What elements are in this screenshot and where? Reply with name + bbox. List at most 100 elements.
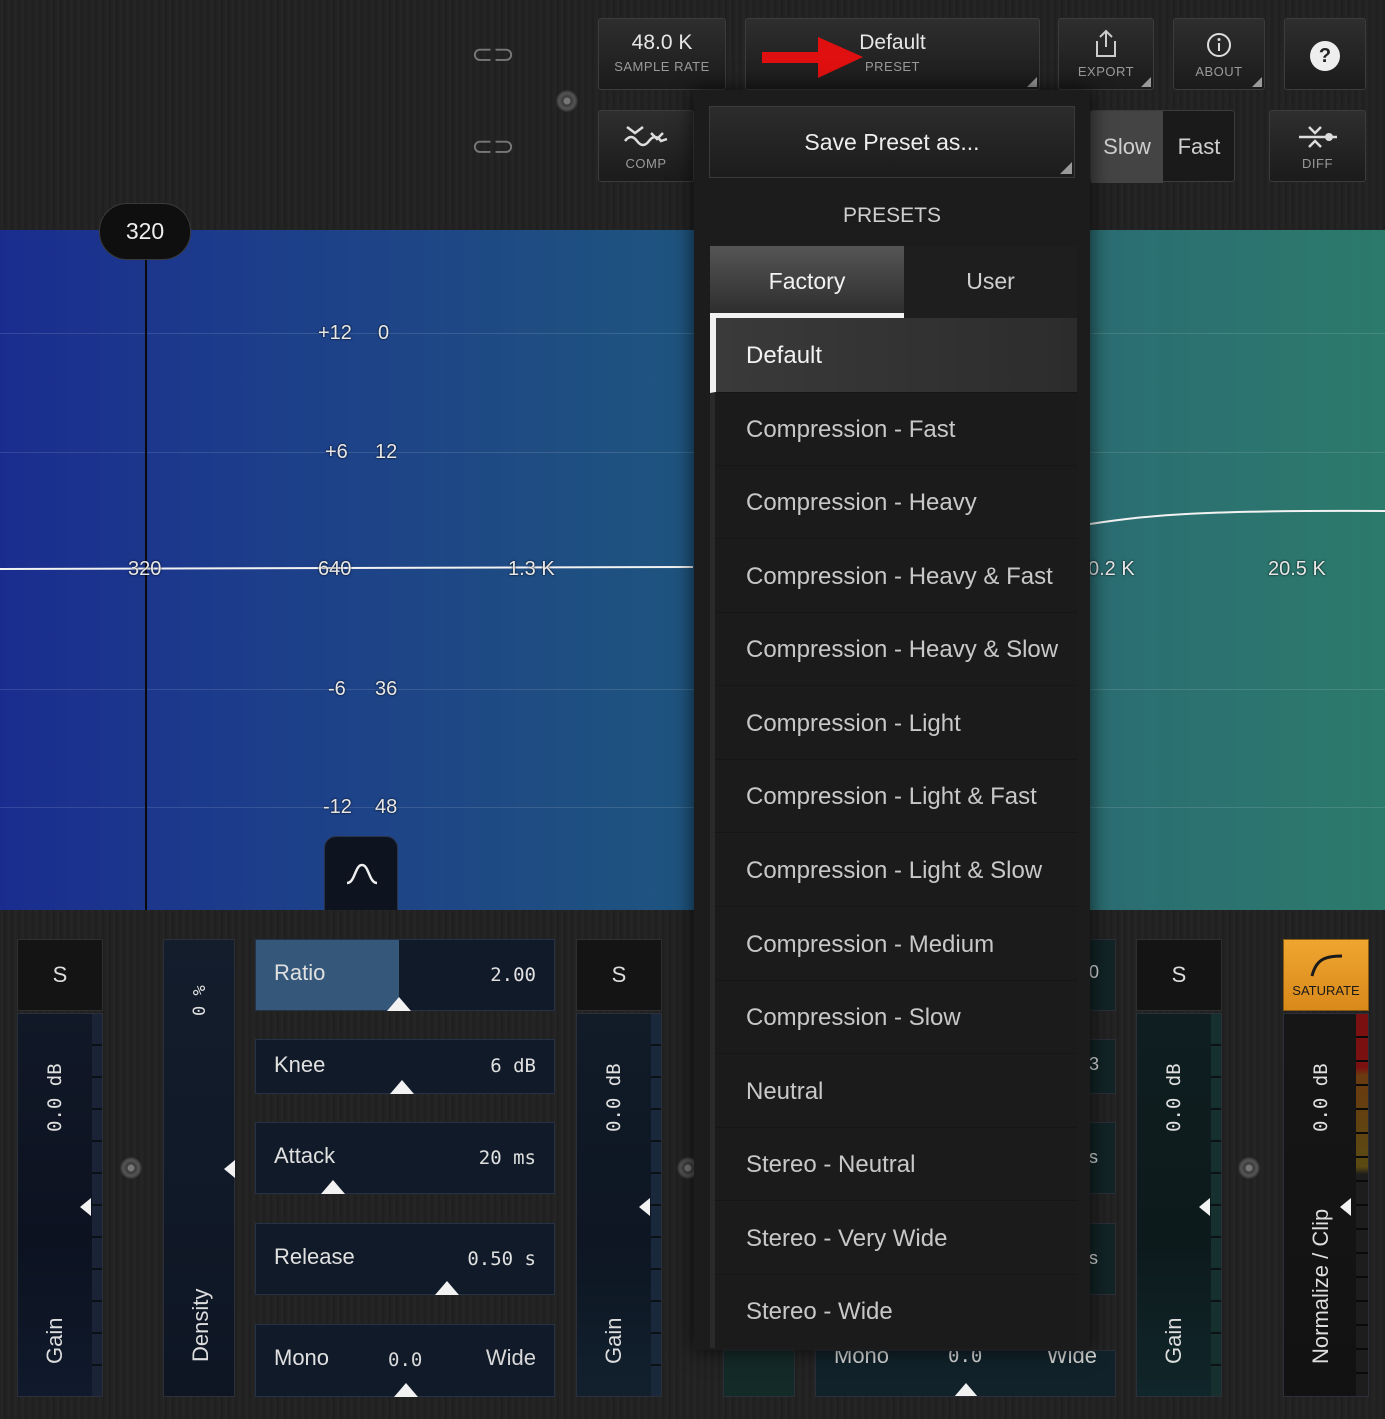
gain-handle[interactable] bbox=[639, 1198, 650, 1216]
preset-item[interactable]: Compression - Light bbox=[710, 687, 1077, 760]
about-button[interactable]: ABOUT bbox=[1173, 18, 1265, 90]
partial-width-slider: Mono 0.0 Wide bbox=[815, 1350, 1116, 1397]
density-label: Density bbox=[188, 1288, 213, 1362]
preset-item[interactable]: Stereo - Neutral bbox=[710, 1128, 1077, 1201]
link-icon-2[interactable]: ⊂⊃ bbox=[470, 132, 516, 160]
gain-value: 0.0 dB bbox=[603, 1063, 625, 1132]
partial-width-left: Mono bbox=[834, 1350, 890, 1368]
partial-value: s bbox=[1089, 1147, 1098, 1167]
about-label: ABOUT bbox=[1195, 64, 1243, 79]
preset-item[interactable]: Neutral bbox=[710, 1055, 1077, 1128]
tab-factory[interactable]: Factory bbox=[710, 246, 904, 318]
solo-button[interactable]: S bbox=[17, 939, 103, 1011]
freq-label: 0.2 K bbox=[1088, 558, 1135, 580]
gain-label: -12 bbox=[323, 796, 352, 818]
sample-rate-value: 48.0 K bbox=[631, 31, 693, 54]
bell-filter-icon bbox=[346, 863, 378, 885]
saturate-curve-icon bbox=[1310, 954, 1343, 977]
saturate-label: SATURATE bbox=[1292, 983, 1360, 998]
attack-handle[interactable] bbox=[321, 1180, 346, 1194]
partial-param-column: 3 bbox=[1088, 1039, 1116, 1094]
release-slider[interactable]: Release 0.50 s bbox=[255, 1223, 555, 1295]
solo-button[interactable]: S bbox=[1136, 939, 1222, 1011]
gain-fader[interactable]: 0.0 dB Gain bbox=[17, 1013, 103, 1397]
preset-item[interactable]: Compression - Slow bbox=[710, 981, 1077, 1054]
width-handle[interactable] bbox=[394, 1383, 418, 1397]
output-handle[interactable] bbox=[1340, 1198, 1351, 1216]
attack-slider[interactable]: Attack 20 ms bbox=[255, 1122, 555, 1194]
sample-rate-button[interactable]: 48.0 K SAMPLE RATE bbox=[598, 18, 726, 90]
gain-label: Gain bbox=[1161, 1317, 1186, 1364]
filter-shape-button[interactable] bbox=[324, 836, 398, 910]
partial-value: 0 bbox=[1089, 962, 1100, 982]
width-right-label: Wide bbox=[485, 1345, 536, 1370]
release-handle[interactable] bbox=[434, 1281, 459, 1295]
corner-indicator bbox=[1027, 77, 1037, 87]
partial-param-column: s bbox=[1088, 1122, 1116, 1194]
slow-fast-toggle[interactable]: Slow Fast bbox=[1090, 110, 1235, 183]
partial-width-handle bbox=[954, 1383, 978, 1396]
ratio-slider[interactable]: Ratio 2.00 bbox=[255, 939, 555, 1011]
frequency-graph[interactable]: +12 0 +6 12 -6 36 -12 48 320 640 1.3 K 0… bbox=[0, 230, 1385, 910]
preset-item[interactable]: Compression - Medium bbox=[710, 908, 1077, 981]
diff-icon bbox=[1298, 126, 1337, 148]
corner-indicator bbox=[1252, 77, 1262, 87]
output-meter bbox=[1356, 1014, 1368, 1396]
preset-item[interactable]: Compression - Fast bbox=[710, 393, 1077, 466]
density-fader[interactable]: 0 % Density bbox=[163, 939, 235, 1397]
export-button[interactable]: EXPORT bbox=[1058, 18, 1154, 90]
preset-item[interactable]: Compression - Light & Slow bbox=[710, 834, 1077, 907]
preset-item[interactable]: Compression - Light & Fast bbox=[710, 760, 1077, 833]
preset-item-default[interactable]: Default bbox=[710, 318, 1077, 393]
preset-item[interactable]: Stereo - Wide bbox=[710, 1276, 1077, 1348]
compressor-wave-icon bbox=[624, 126, 668, 147]
freq-label: 1.3 K bbox=[508, 558, 555, 580]
ratio-label: Ratio bbox=[274, 960, 326, 985]
knee-value: 6 dB bbox=[490, 1055, 536, 1077]
slow-option[interactable]: Slow bbox=[1091, 111, 1163, 183]
gain-fader[interactable]: 0.0 dB Gain bbox=[576, 1013, 662, 1397]
help-icon: ? bbox=[1310, 41, 1340, 71]
export-icon bbox=[1096, 29, 1116, 57]
freq-label: 320 bbox=[128, 558, 162, 580]
comp-scale-label: 36 bbox=[375, 678, 398, 700]
info-icon bbox=[1207, 33, 1231, 57]
width-left-label: Mono bbox=[274, 1345, 330, 1370]
density-value: 0 % bbox=[190, 985, 210, 1016]
partial-density-column bbox=[723, 1350, 795, 1397]
corner-indicator bbox=[1141, 77, 1151, 87]
gain-handle[interactable] bbox=[80, 1198, 91, 1216]
tab-user[interactable]: User bbox=[904, 246, 1077, 318]
help-button[interactable]: ? bbox=[1284, 18, 1366, 90]
fast-option[interactable]: Fast bbox=[1163, 111, 1235, 183]
partial-param-column: s bbox=[1088, 1223, 1116, 1295]
preset-item[interactable]: Compression - Heavy & Fast bbox=[710, 540, 1077, 613]
knee-slider[interactable]: Knee 6 dB bbox=[255, 1039, 555, 1094]
gain-fader[interactable]: 0.0 dB Gain bbox=[1136, 1013, 1222, 1397]
saturate-button[interactable]: SATURATE bbox=[1283, 939, 1369, 1011]
red-arrow-annotation bbox=[762, 37, 863, 78]
density-handle[interactable] bbox=[224, 1160, 235, 1178]
link-icon-1[interactable]: ⊂⊃ bbox=[470, 40, 516, 68]
save-corner-indicator bbox=[1060, 162, 1072, 174]
frequency-marker-badge[interactable]: 320 bbox=[99, 203, 191, 260]
diff-button[interactable]: DIFF bbox=[1269, 110, 1366, 182]
width-slider[interactable]: Mono 0.0 Wide bbox=[255, 1324, 555, 1397]
width-value: 0.0 bbox=[388, 1349, 423, 1371]
gain-label: Gain bbox=[42, 1317, 67, 1364]
preset-item[interactable]: Compression - Heavy bbox=[710, 466, 1077, 539]
ratio-handle[interactable] bbox=[387, 997, 412, 1011]
solo-button[interactable]: S bbox=[576, 939, 662, 1011]
output-fader[interactable]: 0.0 dB Normalize / Clip bbox=[1283, 1013, 1369, 1397]
screw bbox=[1238, 1157, 1260, 1179]
presets-list-scrollbar[interactable] bbox=[710, 393, 715, 1348]
gain-handle[interactable] bbox=[1199, 1198, 1210, 1216]
preset-item[interactable]: Compression - Heavy & Slow bbox=[710, 613, 1077, 686]
output-gain-value: 0.0 dB bbox=[1310, 1063, 1332, 1132]
preset-item[interactable]: Stereo - Very Wide bbox=[710, 1202, 1077, 1275]
partial-width-value: 0.0 bbox=[948, 1350, 983, 1367]
knee-handle[interactable] bbox=[390, 1080, 415, 1094]
gain-label: -6 bbox=[328, 678, 346, 700]
comp-button[interactable]: COMP bbox=[598, 110, 694, 182]
save-preset-button[interactable]: Save Preset as... bbox=[709, 106, 1075, 178]
